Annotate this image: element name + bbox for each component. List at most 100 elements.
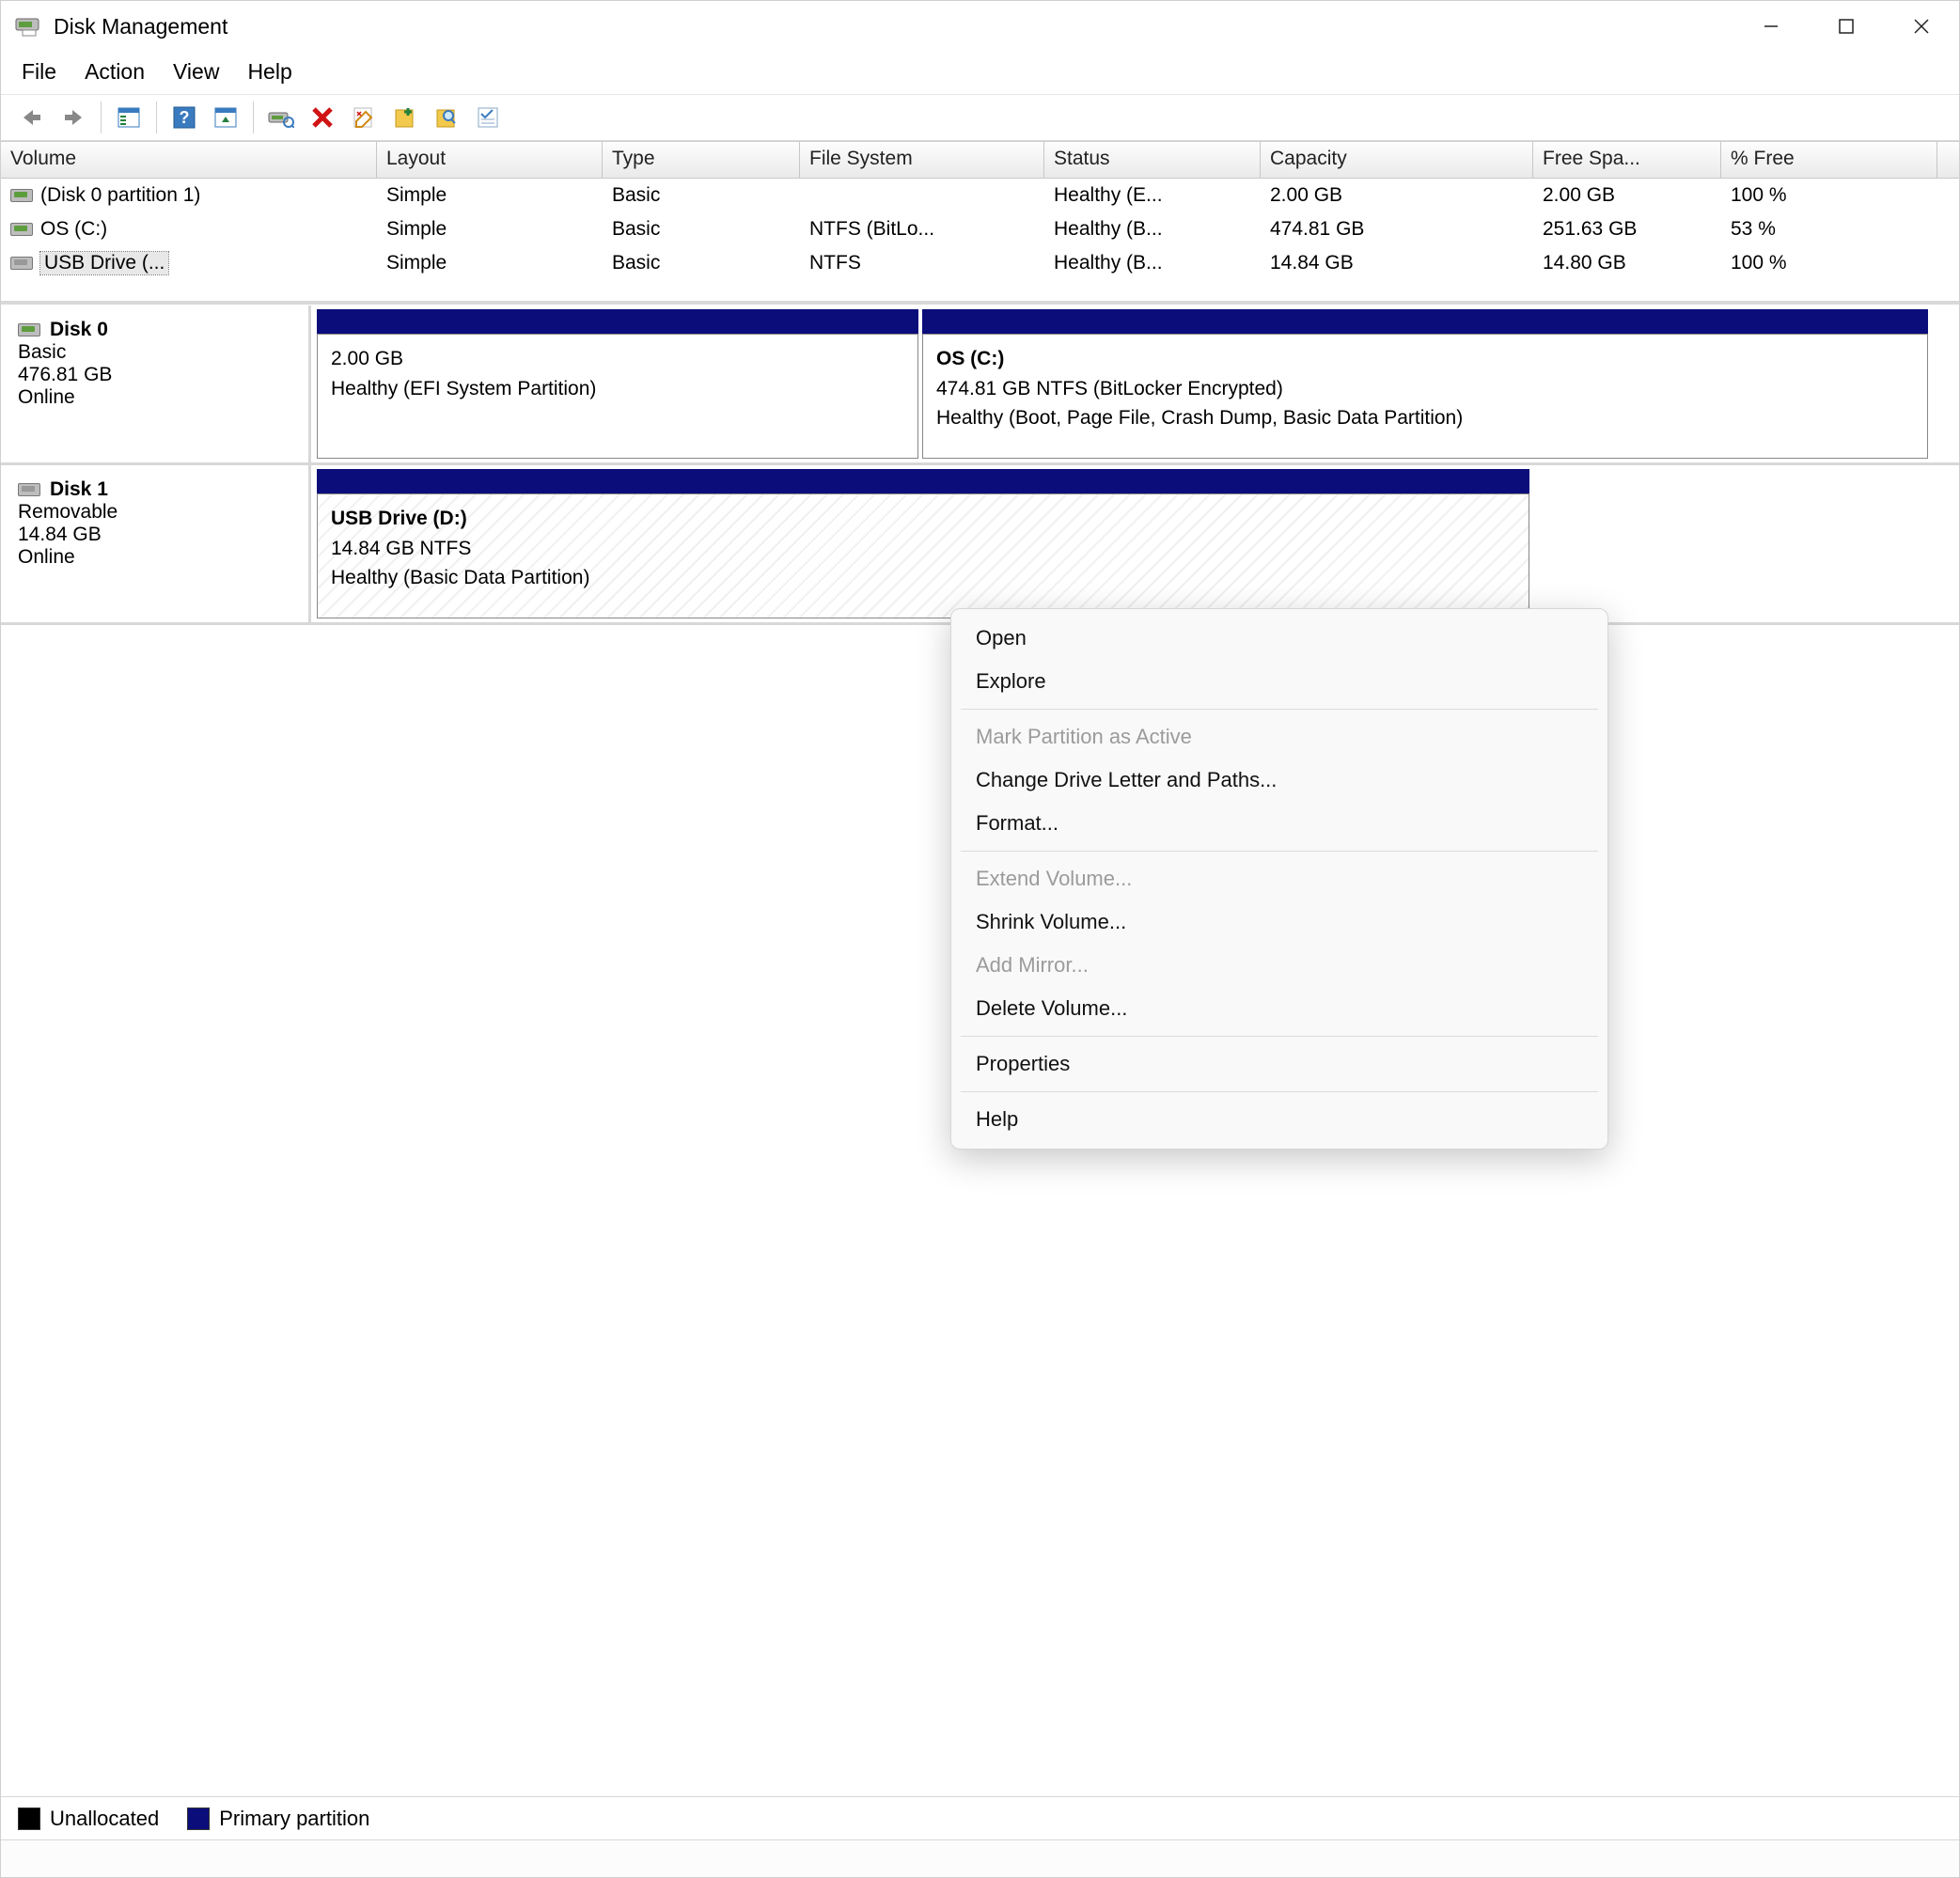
- window-title: Disk Management: [54, 14, 1733, 39]
- legend-swatch-unallocated: [18, 1808, 40, 1830]
- context-menu-separator: [961, 851, 1598, 852]
- disk-row: Disk 1Removable14.84 GBOnlineUSB Drive (…: [1, 465, 1959, 625]
- delete-button[interactable]: [305, 100, 340, 135]
- window: Disk Management File Action View Help ?: [0, 0, 1960, 1878]
- volume-row[interactable]: (Disk 0 partition 1)SimpleBasicHealthy (…: [1, 179, 1959, 212]
- disk-drive-icon: [10, 223, 33, 236]
- partition-color-bar: [317, 309, 918, 334]
- toolbar-separator: [253, 102, 254, 133]
- disk-info-panel[interactable]: Disk 1Removable14.84 GBOnline: [1, 465, 311, 622]
- legend-primary-label: Primary partition: [219, 1807, 369, 1831]
- partition-size: 14.84 GB NTFS: [331, 538, 471, 559]
- properties-button[interactable]: [346, 100, 382, 135]
- show-hide-action-pane-button[interactable]: [208, 100, 243, 135]
- volume-pctfree: 100 %: [1721, 182, 1937, 209]
- col-header-capacity[interactable]: Capacity: [1261, 142, 1533, 178]
- volume-status: Healthy (B...: [1044, 216, 1261, 243]
- disk-info-panel[interactable]: Disk 0Basic476.81 GBOnline: [1, 305, 311, 462]
- context-menu-item[interactable]: Delete Volume...: [951, 987, 1607, 1030]
- context-menu-item[interactable]: Format...: [951, 802, 1607, 845]
- disk-size: 14.84 GB: [18, 524, 291, 546]
- volume-row[interactable]: USB Drive (...SimpleBasicNTFSHealthy (B.…: [1, 246, 1959, 280]
- disk-partitions: USB Drive (D:)14.84 GB NTFSHealthy (Basi…: [311, 465, 1959, 622]
- disk-state: Online: [18, 386, 291, 409]
- context-menu-item: Extend Volume...: [951, 857, 1607, 900]
- menu-help[interactable]: Help: [247, 59, 291, 85]
- usb-drive-icon: [10, 257, 33, 270]
- col-header-type[interactable]: Type: [603, 142, 800, 178]
- back-button[interactable]: [14, 100, 50, 135]
- context-menu-item[interactable]: Open: [951, 617, 1607, 660]
- volume-filesystem: [800, 194, 1044, 197]
- partition-block[interactable]: OS (C:) 474.81 GB NTFS (BitLocker Encrypt…: [922, 309, 1928, 459]
- help-button[interactable]: ?: [166, 100, 202, 135]
- close-button[interactable]: [1884, 1, 1959, 52]
- menu-action[interactable]: Action: [85, 59, 145, 85]
- toolbar-separator: [156, 102, 157, 133]
- svg-text:?: ?: [180, 108, 190, 127]
- new-partition-button[interactable]: [387, 100, 423, 135]
- minimize-button[interactable]: [1733, 1, 1809, 52]
- find-button[interactable]: [429, 100, 464, 135]
- disk-type: Removable: [18, 501, 291, 524]
- toolbar-separator: [101, 102, 102, 133]
- partition-size: 2.00 GB: [331, 348, 403, 369]
- usb-drive-icon: [18, 483, 40, 496]
- partition-color-bar: [317, 469, 1529, 493]
- menu-view[interactable]: View: [173, 59, 219, 85]
- col-header-status[interactable]: Status: [1044, 142, 1261, 178]
- context-menu-item: Mark Partition as Active: [951, 715, 1607, 759]
- menubar: File Action View Help: [1, 52, 1959, 94]
- menu-file[interactable]: File: [22, 59, 56, 85]
- disk-name: Disk 0: [50, 319, 108, 341]
- legend-unallocated-label: Unallocated: [50, 1807, 159, 1831]
- partition-size: 474.81 GB NTFS (BitLocker Encrypted): [936, 378, 1283, 399]
- volume-list-body: (Disk 0 partition 1)SimpleBasicHealthy (…: [1, 179, 1959, 301]
- context-menu-item[interactable]: Change Drive Letter and Paths...: [951, 759, 1607, 802]
- legend: Unallocated Primary partition: [1, 1796, 1959, 1839]
- col-header-freespace[interactable]: Free Spa...: [1533, 142, 1721, 178]
- volume-free: 2.00 GB: [1533, 182, 1721, 209]
- maximize-button[interactable]: [1809, 1, 1884, 52]
- partition-block[interactable]: 2.00 GBHealthy (EFI System Partition): [317, 309, 918, 459]
- volume-row[interactable]: OS (C:)SimpleBasicNTFS (BitLo...Healthy …: [1, 212, 1959, 246]
- forward-button[interactable]: [55, 100, 91, 135]
- partition-title: OS (C:): [936, 348, 1004, 369]
- disk-state: Online: [18, 546, 291, 569]
- col-header-pctfree[interactable]: % Free: [1721, 142, 1937, 178]
- status-bar: [1, 1839, 1959, 1877]
- options-button[interactable]: [470, 100, 506, 135]
- context-menu-item[interactable]: Help: [951, 1098, 1607, 1141]
- partition-body: USB Drive (D:)14.84 GB NTFSHealthy (Basi…: [317, 493, 1529, 618]
- context-menu-item[interactable]: Properties: [951, 1042, 1607, 1086]
- volume-pctfree: 53 %: [1721, 216, 1937, 243]
- volume-list-header: Volume Layout Type File System Status Ca…: [1, 141, 1959, 179]
- context-menu-separator: [961, 1091, 1598, 1092]
- disk-type: Basic: [18, 341, 291, 364]
- content-area: Volume Layout Type File System Status Ca…: [1, 141, 1959, 1877]
- disk-size: 476.81 GB: [18, 364, 291, 386]
- disk-row: Disk 0Basic476.81 GBOnline2.00 GBHealthy…: [1, 305, 1959, 465]
- volume-capacity: 2.00 GB: [1261, 182, 1533, 209]
- volume-status: Healthy (B...: [1044, 250, 1261, 276]
- volume-list: Volume Layout Type File System Status Ca…: [1, 141, 1959, 305]
- col-header-layout[interactable]: Layout: [377, 142, 603, 178]
- volume-capacity: 474.81 GB: [1261, 216, 1533, 243]
- show-hide-console-tree-button[interactable]: [111, 100, 147, 135]
- context-menu-separator: [961, 709, 1598, 710]
- context-menu: OpenExplore Mark Partition as ActiveChang…: [950, 608, 1608, 1150]
- volume-filesystem: NTFS (BitLo...: [800, 216, 1044, 243]
- volume-name: (Disk 0 partition 1): [40, 184, 200, 207]
- volume-name: USB Drive (...: [40, 252, 168, 274]
- partition-color-bar: [922, 309, 1928, 334]
- context-menu-item[interactable]: Explore: [951, 660, 1607, 703]
- partition-block[interactable]: USB Drive (D:)14.84 GB NTFSHealthy (Basi…: [317, 469, 1529, 618]
- col-header-volume[interactable]: Volume: [1, 142, 377, 178]
- refresh-button[interactable]: [263, 100, 299, 135]
- partition-status: Healthy (Basic Data Partition): [331, 567, 589, 588]
- partition-status: Healthy (Boot, Page File, Crash Dump, Ba…: [936, 407, 1463, 429]
- context-menu-item[interactable]: Shrink Volume...: [951, 900, 1607, 944]
- context-menu-separator: [961, 1036, 1598, 1037]
- volume-layout: Simple: [377, 250, 603, 276]
- col-header-filesystem[interactable]: File System: [800, 142, 1044, 178]
